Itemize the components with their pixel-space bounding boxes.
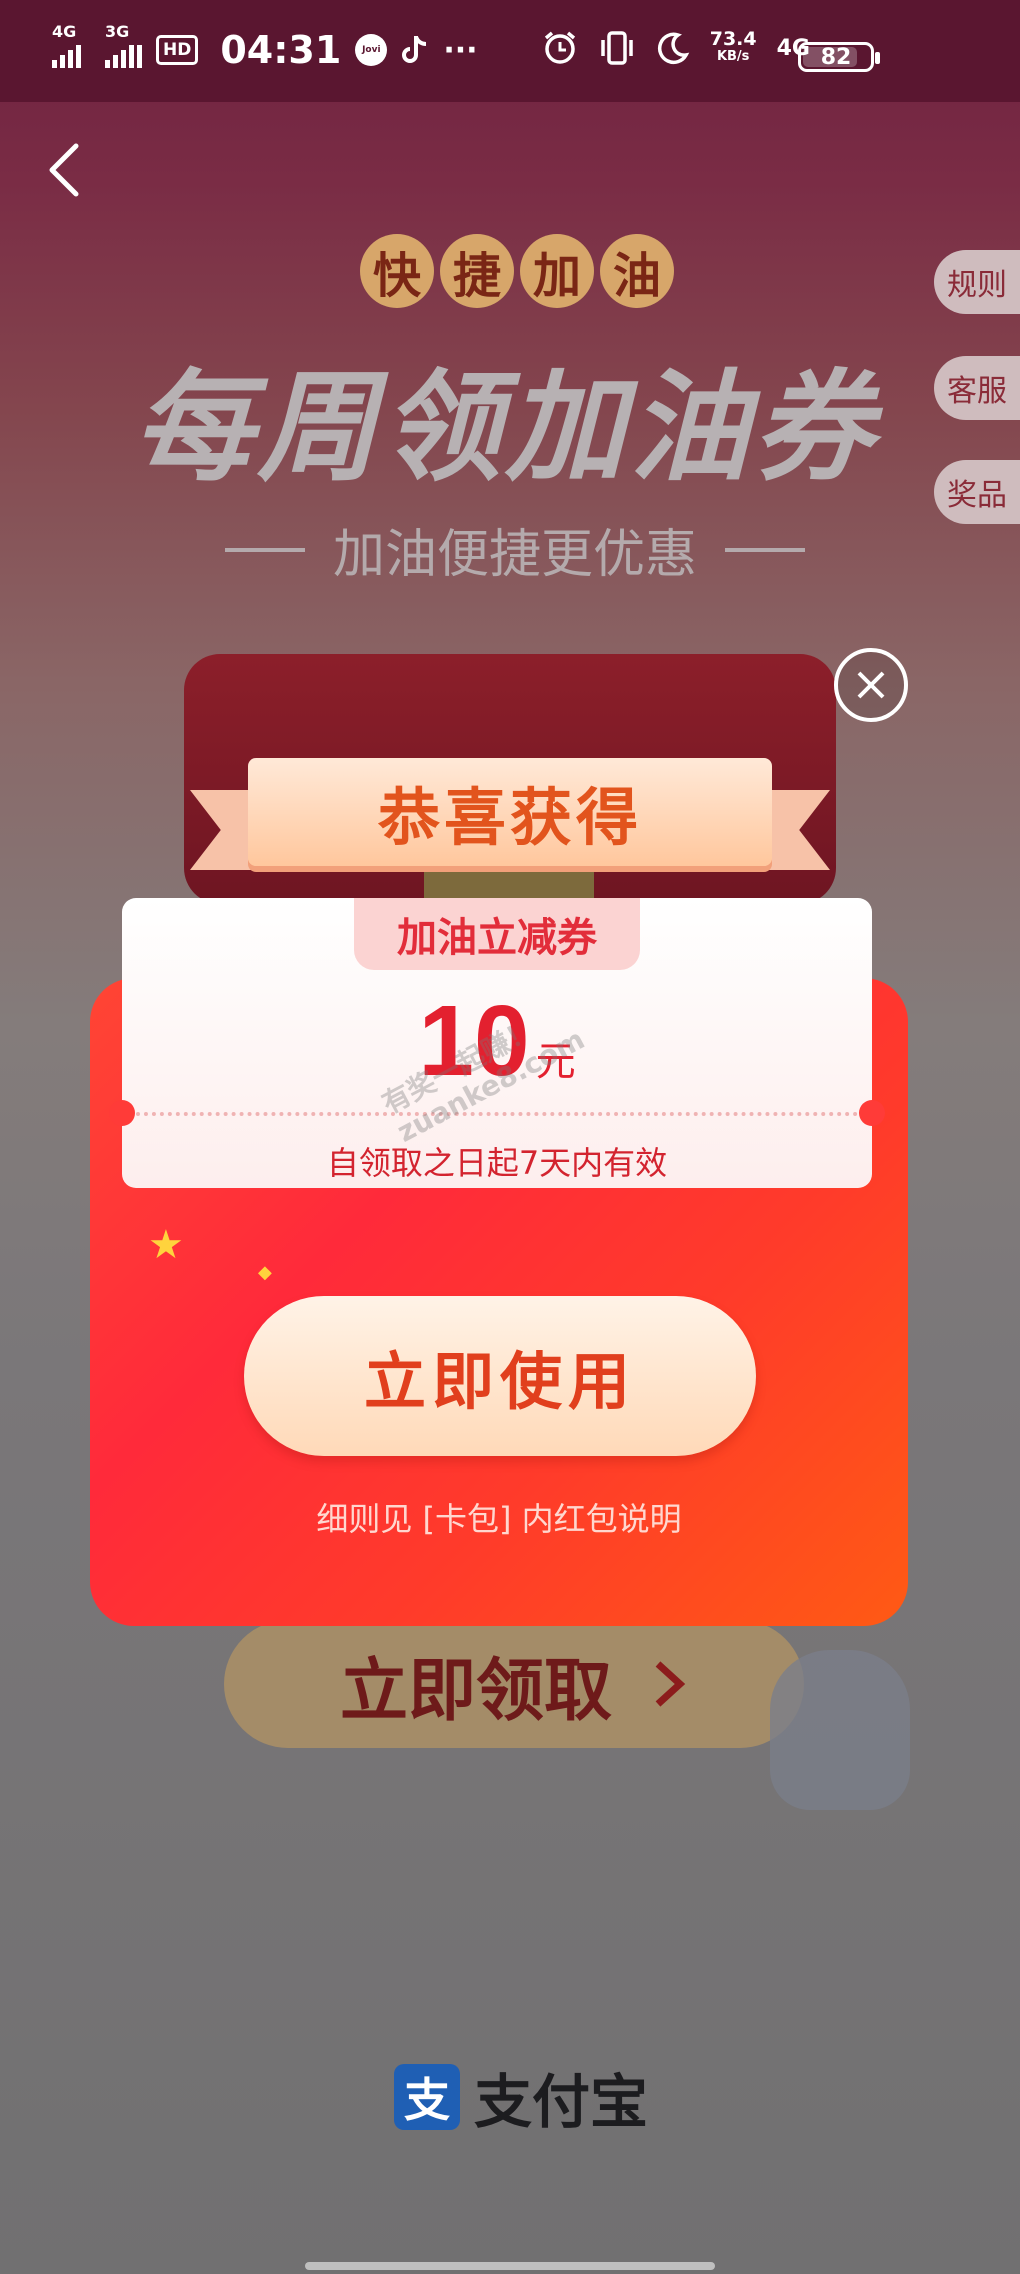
coupon-type: 加油立减券 bbox=[354, 898, 640, 970]
page-title: 每周领加油券 bbox=[133, 359, 877, 498]
coupon-validity: 自领取之日起7天内有效 bbox=[326, 1144, 668, 1182]
battery-level: 82 bbox=[820, 44, 852, 70]
customer-service-button[interactable]: 客服 bbox=[934, 356, 1020, 420]
alipay-logo-icon: 支 bbox=[394, 2064, 460, 2130]
event-badge: 快 捷 加 油 bbox=[360, 234, 674, 308]
use-now-button[interactable]: 立即使用 bbox=[244, 1296, 756, 1456]
alipay-brand: 支 支付宝 bbox=[394, 2055, 648, 2139]
clock: 04:31 bbox=[220, 28, 342, 72]
jovi-icon: Jovi bbox=[355, 34, 388, 66]
rules-button[interactable]: 规则 bbox=[934, 250, 1020, 314]
chevron-right-icon bbox=[655, 1661, 686, 1707]
signal-icon: 4G bbox=[52, 22, 81, 68]
congrats-title: 恭喜获得 bbox=[377, 781, 642, 854]
page: 4G 3G HD 04:31 Jovi ··· 73.4 KB/s 4G 82 … bbox=[0, 0, 1020, 2274]
badge-char: 油 bbox=[600, 234, 674, 308]
battery-icon: 82 bbox=[798, 42, 880, 72]
close-icon[interactable] bbox=[834, 648, 908, 722]
do-not-disturb-moon-icon bbox=[657, 32, 690, 65]
hd-icon: HD bbox=[156, 35, 199, 65]
congrats-ribbon: 恭喜获得 bbox=[190, 750, 830, 880]
page-subtitle: 加油便捷更优惠 bbox=[190, 512, 840, 587]
status-bar: 4G 3G HD 04:31 Jovi ··· 73.4 KB/s 4G 82 bbox=[0, 0, 1020, 102]
badge-char: 快 bbox=[360, 234, 434, 308]
back-icon[interactable] bbox=[40, 140, 90, 200]
prizes-button[interactable]: 奖品 bbox=[934, 460, 1020, 524]
brand-name: 支付宝 bbox=[474, 2068, 649, 2136]
more-notifications-icon: ··· bbox=[443, 32, 478, 68]
home-indicator[interactable] bbox=[305, 2262, 715, 2270]
badge-char: 加 bbox=[520, 234, 594, 308]
claim-now-button: 立即领取 bbox=[224, 1620, 804, 1748]
vibrate-icon bbox=[600, 31, 633, 65]
tiktok-icon bbox=[402, 36, 427, 63]
signal-icon: 3G bbox=[105, 22, 142, 68]
rules-note: 细则见 [卡包] 内红包说明 bbox=[316, 1500, 682, 1538]
pointing-hand-illustration bbox=[770, 1650, 910, 1810]
sparkle-icon: ★ bbox=[148, 1222, 184, 1268]
network-speed: 73.4 KB/s bbox=[709, 28, 757, 65]
alarm-icon bbox=[544, 31, 575, 64]
sparkle-icon: ◆ bbox=[258, 1262, 272, 1283]
badge-char: 捷 bbox=[440, 234, 514, 308]
